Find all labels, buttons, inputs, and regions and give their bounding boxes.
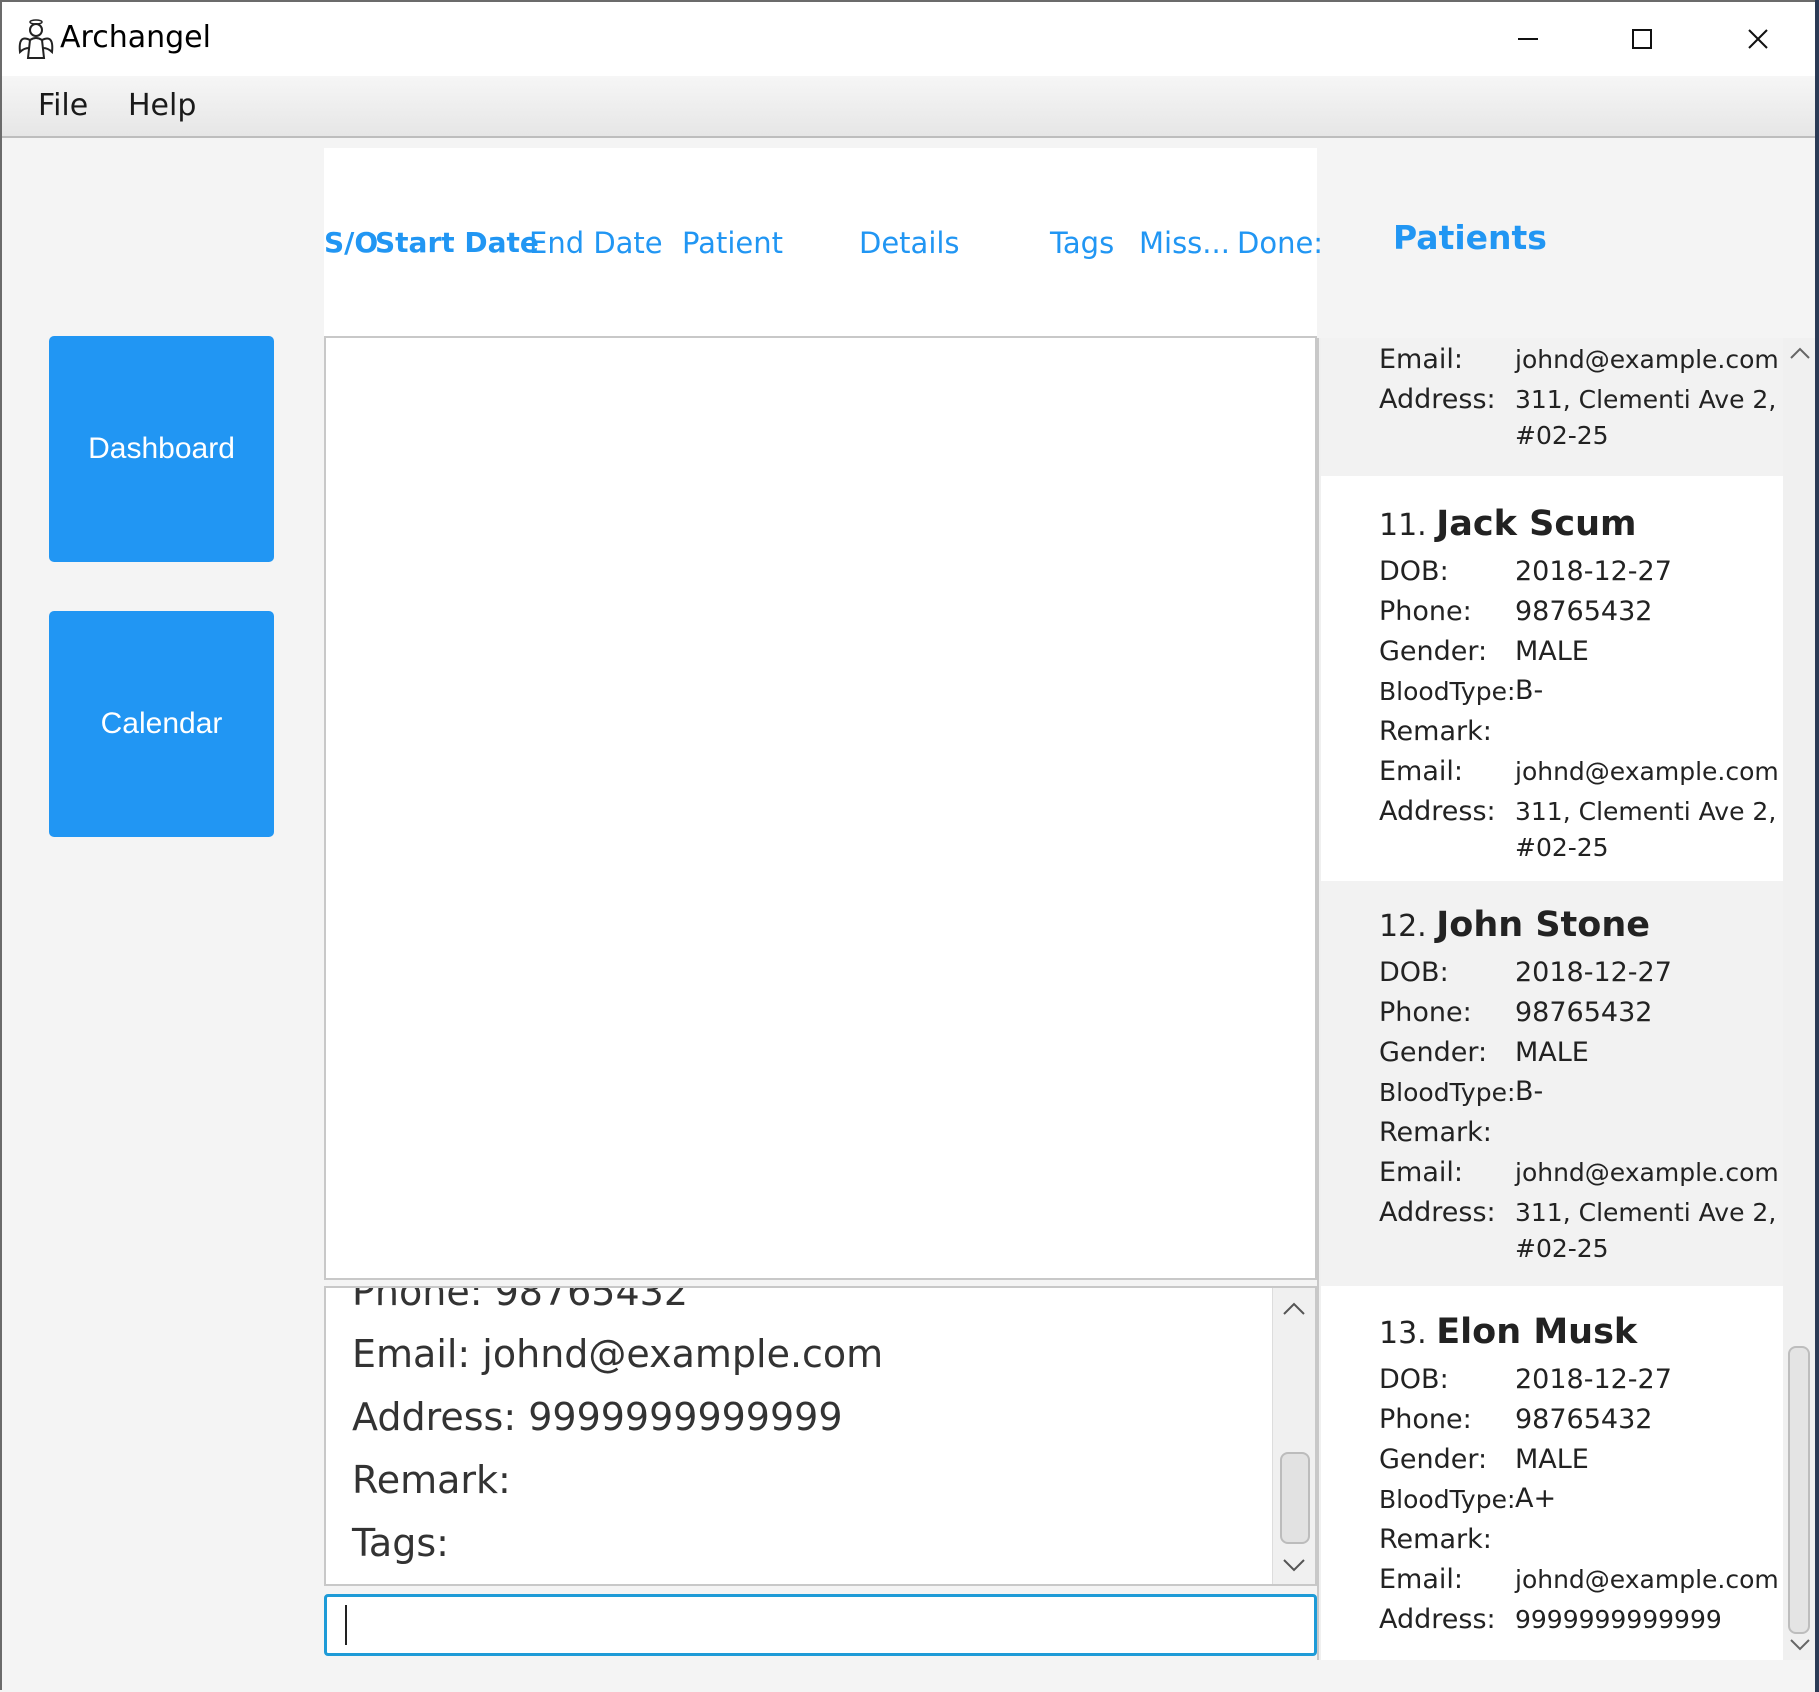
patient-list[interactable]: Email: johnd@example.com Address: 311, C… [1317,338,1783,1660]
bloodtype-label: BloodType: [1379,1078,1516,1107]
result-display[interactable]: Phone: 98765432 Email: johnd@example.com… [324,1286,1317,1586]
command-input[interactable] [324,1594,1317,1656]
dob-label: DOB: [1379,957,1449,988]
bloodtype-value: A+ [1515,1483,1557,1514]
gender-label: Gender: [1379,636,1488,667]
close-button[interactable] [1700,2,1816,76]
dob-label: DOB: [1379,1364,1449,1395]
address-value-line2: #02-25 [1515,833,1609,862]
patient-name: 11. Jack Scum [1379,504,1637,544]
patient-list-scroll-thumb[interactable] [1788,1346,1810,1634]
column-missed[interactable]: Miss... [1139,226,1230,260]
address-value-line2: #02-25 [1515,421,1609,450]
patients-header: Patients [1393,218,1547,257]
dob-label: DOB: [1379,556,1449,587]
dob-value: 2018-12-27 [1515,556,1672,587]
address-value: 311, Clementi Ave 2, [1515,1198,1777,1227]
chevron-down-icon[interactable] [1282,1558,1306,1574]
remark-label: Remark: [1379,716,1492,747]
calendar-button[interactable]: Calendar [49,611,274,837]
minimize-button[interactable] [1470,2,1586,76]
patient-list-scrollbar[interactable] [1783,338,1817,1660]
email-label: Email: [1379,1564,1464,1595]
dob-value: 2018-12-27 [1515,957,1672,988]
dob-value: 2018-12-27 [1515,1364,1672,1395]
desktop-edge [1815,0,1819,1692]
minimize-icon [1518,38,1538,40]
phone-label: Phone: [1379,596,1472,627]
result-line: Phone: 98765432 [352,1286,689,1314]
result-line: Address: 9999999999999 [352,1395,843,1439]
patient-name: 12. John Stone [1379,905,1650,945]
chevron-down-icon[interactable] [1789,1638,1811,1652]
app-window: Archangel File Help Dashboard Calendar S… [0,0,1817,1690]
email-label: Email: [1379,344,1464,375]
address-label: Address: [1379,796,1496,827]
menu-help[interactable]: Help [128,88,196,123]
phone-value: 98765432 [1515,997,1653,1028]
angel-icon [18,19,54,59]
column-end-date[interactable]: End Date [529,226,663,260]
phone-label: Phone: [1379,1404,1472,1435]
bloodtype-label: BloodType: [1379,1485,1516,1514]
gender-value: MALE [1515,1444,1589,1475]
gender-label: Gender: [1379,1037,1488,1068]
column-patient[interactable]: Patient [682,226,783,260]
remark-label: Remark: [1379,1524,1492,1555]
patient-card[interactable]: 13. Elon Musk DOB: 2018-12-27 Phone: 987… [1321,1286,1783,1660]
patient-card[interactable]: Email: johnd@example.com Address: 311, C… [1321,338,1783,476]
remark-label: Remark: [1379,1117,1492,1148]
email-label: Email: [1379,1157,1464,1188]
email-value: johnd@example.com [1515,757,1779,786]
email-value: johnd@example.com [1515,1158,1779,1187]
column-done[interactable]: Done: [1237,226,1323,260]
maximize-icon [1632,29,1652,49]
address-value-line2: #02-25 [1515,1234,1609,1263]
window-title: Archangel [60,20,211,55]
chevron-up-icon[interactable] [1282,1300,1306,1316]
bloodtype-value: B- [1515,675,1544,706]
gender-label: Gender: [1379,1444,1488,1475]
dashboard-button[interactable]: Dashboard [49,336,274,562]
address-value: 311, Clementi Ave 2, [1515,385,1777,414]
close-icon [1748,29,1768,49]
title-bar: Archangel [2,2,1817,76]
maximize-button[interactable] [1584,2,1700,76]
result-scrollbar[interactable] [1272,1288,1315,1584]
patient-name: 13. Elon Musk [1379,1312,1638,1352]
address-value: 311, Clementi Ave 2, [1515,797,1777,826]
email-value: johnd@example.com [1515,345,1779,374]
text-caret [345,1605,347,1645]
result-line: Email: johnd@example.com [352,1332,884,1376]
patient-card[interactable]: 11. Jack Scum DOB: 2018-12-27 Phone: 987… [1321,476,1783,881]
result-scroll-thumb[interactable] [1280,1452,1310,1544]
phone-label: Phone: [1379,997,1472,1028]
chevron-up-icon[interactable] [1789,346,1811,360]
appointment-table-body[interactable] [324,336,1317,1280]
address-label: Address: [1379,1604,1496,1635]
patient-card[interactable]: 12. John Stone DOB: 2018-12-27 Phone: 98… [1321,881,1783,1286]
column-start-date[interactable]: Start Date [375,226,539,259]
bloodtype-label: BloodType: [1379,677,1516,706]
address-label: Address: [1379,1197,1496,1228]
result-line: Tags: [352,1521,449,1565]
email-label: Email: [1379,756,1464,787]
menu-bar: File Help [2,76,1817,138]
gender-value: MALE [1515,636,1589,667]
email-value: johnd@example.com [1515,1565,1779,1594]
result-line: Remark: [352,1458,511,1502]
gender-value: MALE [1515,1037,1589,1068]
menu-file[interactable]: File [38,88,88,123]
appointment-table-header: S/O Start Date End Date Patient Details … [324,148,1323,336]
address-label: Address: [1379,384,1496,415]
phone-value: 98765432 [1515,596,1653,627]
column-so[interactable]: S/O [324,226,378,259]
column-details[interactable]: Details [859,226,960,260]
address-value: 9999999999999 [1515,1605,1722,1634]
bloodtype-value: B- [1515,1076,1544,1107]
column-tags[interactable]: Tags [1050,226,1114,260]
phone-value: 98765432 [1515,1404,1653,1435]
